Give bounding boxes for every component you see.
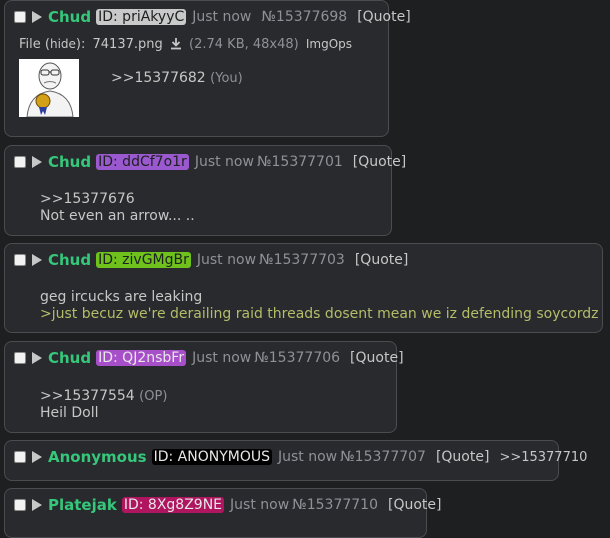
post: Chud ID: ddCf7o1r Just now №15377701 [Qu…: [4, 145, 406, 236]
select-checkbox[interactable]: [14, 499, 26, 511]
post-time: Just now: [278, 449, 338, 465]
poster-id[interactable]: ID: zivGMgBr: [96, 252, 191, 268]
quote-link[interactable]: [Quote]: [357, 9, 410, 25]
select-checkbox[interactable]: [14, 451, 26, 463]
post-header: Chud ID: priAkyyC Just now №15377698 [Qu…: [14, 8, 421, 26]
post-number[interactable]: №15377707: [340, 449, 426, 465]
hide-link[interactable]: hide: [50, 37, 76, 51]
reply-reference[interactable]: >>15377676: [40, 191, 195, 208]
reply-reference[interactable]: >>15377554: [40, 388, 135, 404]
post: Chud ID: zivGMgBr Just now №15377703 [Qu…: [4, 243, 603, 333]
post-body: >>15377682 (You): [111, 70, 243, 87]
poster-id[interactable]: ID: ANONYMOUS: [151, 449, 272, 465]
post-text: Heil Doll: [40, 405, 99, 421]
quote-link[interactable]: [Quote]: [350, 350, 403, 366]
select-checkbox[interactable]: [14, 156, 26, 168]
expand-triangle-icon[interactable]: [32, 499, 42, 511]
quote-link[interactable]: [Quote]: [388, 497, 441, 513]
poster-name: Chud: [48, 251, 92, 269]
post-header: Chud ID: ddCf7o1r Just now №15377701 [Qu…: [14, 153, 416, 171]
post-header: Anonymous ID: ANONYMOUS Just now №153777…: [14, 448, 587, 466]
post-number[interactable]: №15377710: [292, 497, 378, 513]
expand-triangle-icon[interactable]: [32, 254, 42, 266]
file-prefix-close: ):: [75, 37, 86, 52]
poster-id[interactable]: ID: QJ2nsbFr: [96, 350, 187, 366]
poster-name: Chud: [48, 349, 92, 367]
post-body: geg ircucks are leaking >just becuz we'r…: [40, 289, 599, 323]
post-time: Just now: [192, 350, 252, 366]
quote-link[interactable]: [Quote]: [353, 154, 406, 170]
post-time: Just now: [230, 497, 290, 513]
post-number[interactable]: №15377706: [254, 350, 340, 366]
expand-triangle-icon[interactable]: [32, 11, 42, 23]
poster-id[interactable]: ID: priAkyyC: [96, 9, 187, 25]
post-time: Just now: [196, 252, 257, 268]
expand-triangle-icon[interactable]: [32, 352, 42, 364]
post: Anonymous ID: ANONYMOUS Just now №153777…: [4, 440, 587, 481]
select-checkbox[interactable]: [14, 254, 26, 266]
you-marker: (You): [210, 71, 243, 86]
post-text: geg ircucks are leaking: [40, 289, 203, 305]
expand-triangle-icon[interactable]: [32, 451, 42, 463]
poster-name: Chud: [48, 153, 92, 171]
reply-reference[interactable]: >>15377682: [111, 70, 206, 86]
op-marker: (OP): [139, 389, 168, 404]
post-body: >>15377676 Not even an arrow... ..: [40, 191, 195, 225]
greentext-line: >just becuz we're derailing raid threads…: [40, 306, 599, 322]
poster-id[interactable]: ID: ddCf7o1r: [96, 154, 189, 170]
file-prefix: File (: [19, 37, 50, 52]
post-time: Just now: [194, 154, 254, 170]
poster-name: Anonymous: [48, 448, 147, 466]
post-header: Chud ID: zivGMgBr Just now №15377703 [Qu…: [14, 251, 418, 269]
post-time: Just now: [192, 9, 252, 25]
file-name-link[interactable]: 74137.png: [93, 37, 163, 52]
file-info: File (hide): 74137.png (2.74 KB, 48x48) …: [19, 37, 352, 54]
poster-id[interactable]: ID: 8Xg8Z9NE: [121, 497, 225, 513]
post-body: >>15377554 (OP) Heil Doll: [40, 388, 167, 422]
select-checkbox[interactable]: [14, 11, 26, 23]
post-text: Not even an arrow... ..: [40, 208, 195, 224]
imgops-link[interactable]: ImgOps: [306, 37, 352, 51]
post-number[interactable]: №15377698: [261, 9, 347, 25]
post-number[interactable]: №15377703: [259, 252, 345, 268]
file-details: (2.74 KB, 48x48): [189, 37, 299, 52]
quote-link[interactable]: [Quote]: [436, 449, 489, 465]
poster-name: Chud: [48, 8, 92, 26]
post: Chud ID: QJ2nsbFr Just now №15377706 [Qu…: [4, 341, 404, 433]
backlink[interactable]: >>15377710: [499, 450, 587, 465]
select-checkbox[interactable]: [14, 352, 26, 364]
post: Chud ID: priAkyyC Just now №15377698 [Qu…: [4, 0, 411, 137]
post-number[interactable]: №15377701: [257, 154, 343, 170]
post-header: Chud ID: QJ2nsbFr Just now №15377706 [Qu…: [14, 349, 414, 367]
post-header: Platejak ID: 8Xg8Z9NE Just now №15377710…: [14, 496, 451, 514]
quote-link[interactable]: [Quote]: [355, 252, 408, 268]
post: Platejak ID: 8Xg8Z9NE Just now №15377710…: [4, 488, 441, 538]
thumbnail-image[interactable]: [19, 59, 79, 117]
download-icon[interactable]: [170, 37, 182, 54]
expand-triangle-icon[interactable]: [32, 156, 42, 168]
poster-name: Platejak: [48, 496, 117, 514]
